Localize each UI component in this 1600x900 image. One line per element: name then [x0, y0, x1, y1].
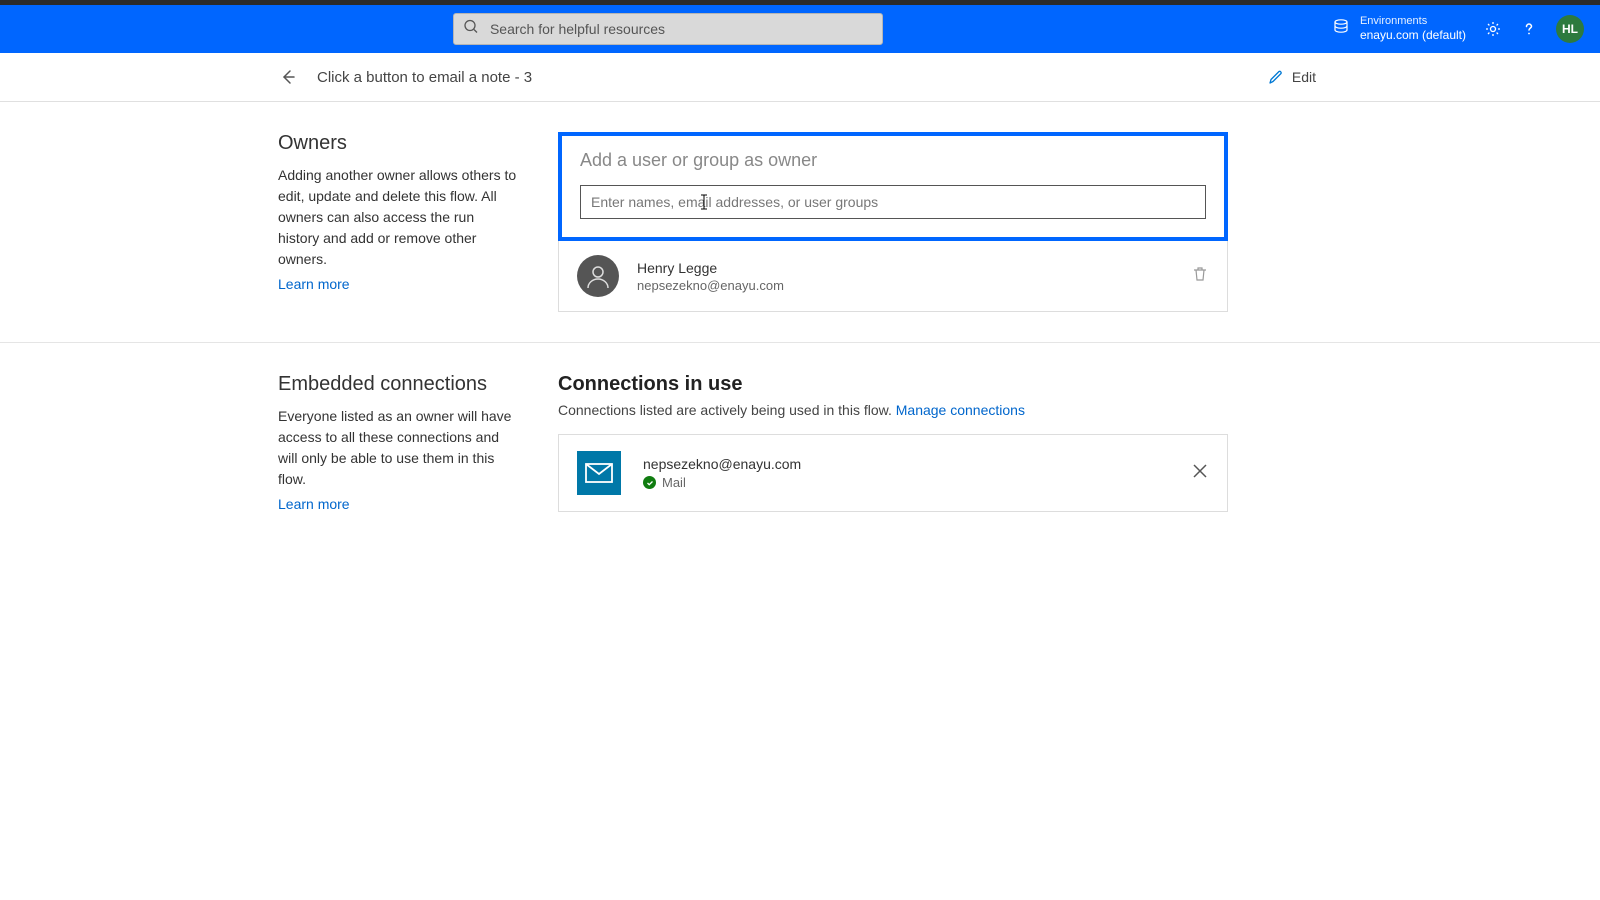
delete-owner-button[interactable] — [1191, 265, 1209, 288]
search-icon — [463, 19, 479, 40]
remove-connection-button[interactable] — [1191, 462, 1209, 485]
connection-email: nepsezekno@enayu.com — [643, 456, 1169, 472]
search-container — [453, 13, 883, 45]
connection-type: Mail — [662, 475, 686, 490]
environment-selector[interactable]: Environments enayu.com (default) — [1332, 15, 1466, 43]
edit-label: Edit — [1292, 69, 1316, 85]
topbar-right: Environments enayu.com (default) HL — [1332, 15, 1584, 43]
connections-subtitle: Connections listed are actively being us… — [558, 402, 1228, 418]
edit-button[interactable]: Edit — [1268, 69, 1316, 85]
connections-in-use-title: Connections in use — [558, 373, 1228, 396]
connection-list-item: nepsezekno@enayu.com Mail — [558, 434, 1228, 512]
avatar-initials: HL — [1562, 22, 1578, 36]
person-icon — [577, 255, 619, 297]
owners-section: Owners Adding another owner allows other… — [0, 102, 1600, 343]
connections-description: Everyone listed as an owner will have ac… — [278, 406, 518, 490]
add-owner-title: Add a user or group as owner — [580, 150, 1206, 171]
owners-description: Adding another owner allows others to ed… — [278, 165, 518, 270]
check-icon — [643, 476, 656, 489]
mail-icon — [577, 451, 621, 495]
connections-learn-more-link[interactable]: Learn more — [278, 496, 350, 512]
owners-heading: Owners — [278, 132, 518, 155]
help-icon[interactable] — [1520, 20, 1538, 38]
add-owner-box: Add a user or group as owner — [558, 132, 1228, 241]
top-header: Environments enayu.com (default) HL — [0, 5, 1600, 53]
trash-icon — [1191, 265, 1209, 283]
owner-name: Henry Legge — [637, 260, 1173, 276]
connections-heading: Embedded connections — [278, 373, 518, 396]
owners-learn-more-link[interactable]: Learn more — [278, 276, 350, 292]
environment-name: enayu.com (default) — [1360, 28, 1466, 42]
owner-email: nepsezekno@enayu.com — [637, 278, 1173, 293]
settings-icon[interactable] — [1484, 20, 1502, 38]
subheader: Click a button to email a note - 3 Edit — [0, 53, 1600, 102]
close-icon — [1191, 462, 1209, 480]
manage-connections-link[interactable]: Manage connections — [896, 402, 1025, 418]
connections-section: Embedded connections Everyone listed as … — [0, 343, 1600, 544]
avatar[interactable]: HL — [1556, 15, 1584, 43]
environment-label: Environments — [1360, 15, 1466, 28]
owner-list-item: Henry Legge nepsezekno@enayu.com — [558, 241, 1228, 312]
add-owner-input[interactable] — [580, 185, 1206, 219]
back-button[interactable] — [279, 68, 297, 86]
pencil-icon — [1268, 69, 1284, 85]
search-input[interactable] — [453, 13, 883, 45]
page-title: Click a button to email a note - 3 — [317, 69, 532, 86]
environment-icon — [1332, 17, 1350, 40]
